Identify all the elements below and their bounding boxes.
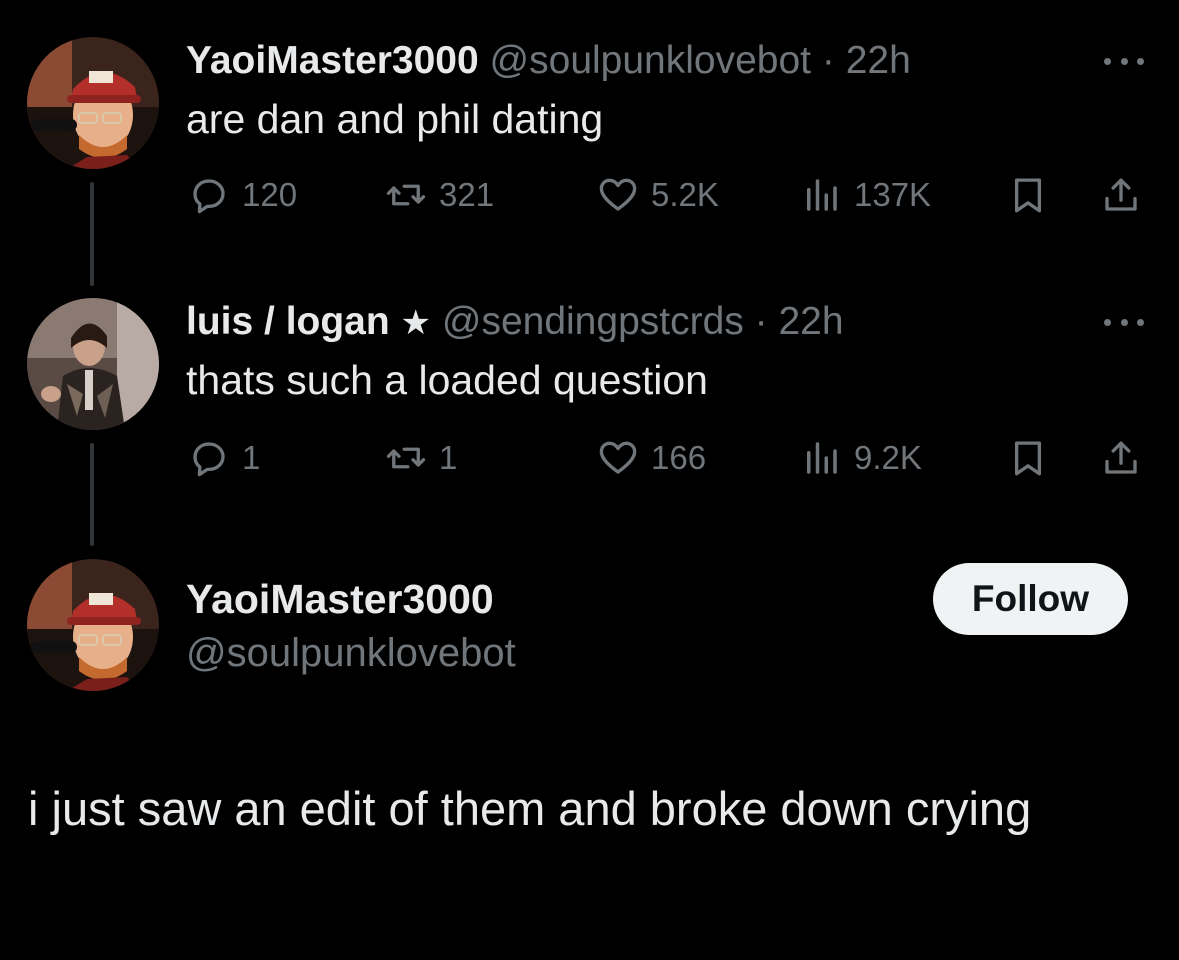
avatar-red-cap-photo-icon	[27, 559, 159, 691]
display-name[interactable]: YaoiMaster3000	[186, 576, 494, 622]
user-handle[interactable]: @soulpunklovebot	[186, 630, 516, 676]
tweet-text: i just saw an edit of them and broke dow…	[28, 782, 1032, 835]
avatar[interactable]	[27, 559, 159, 691]
thread-page: YaoiMaster3000 @soulpunklovebot · 22h ar…	[0, 0, 1179, 960]
main-tweet: YaoiMaster3000 @soulpunklovebot Follow i…	[0, 0, 1179, 960]
follow-button[interactable]: Follow	[933, 563, 1128, 635]
